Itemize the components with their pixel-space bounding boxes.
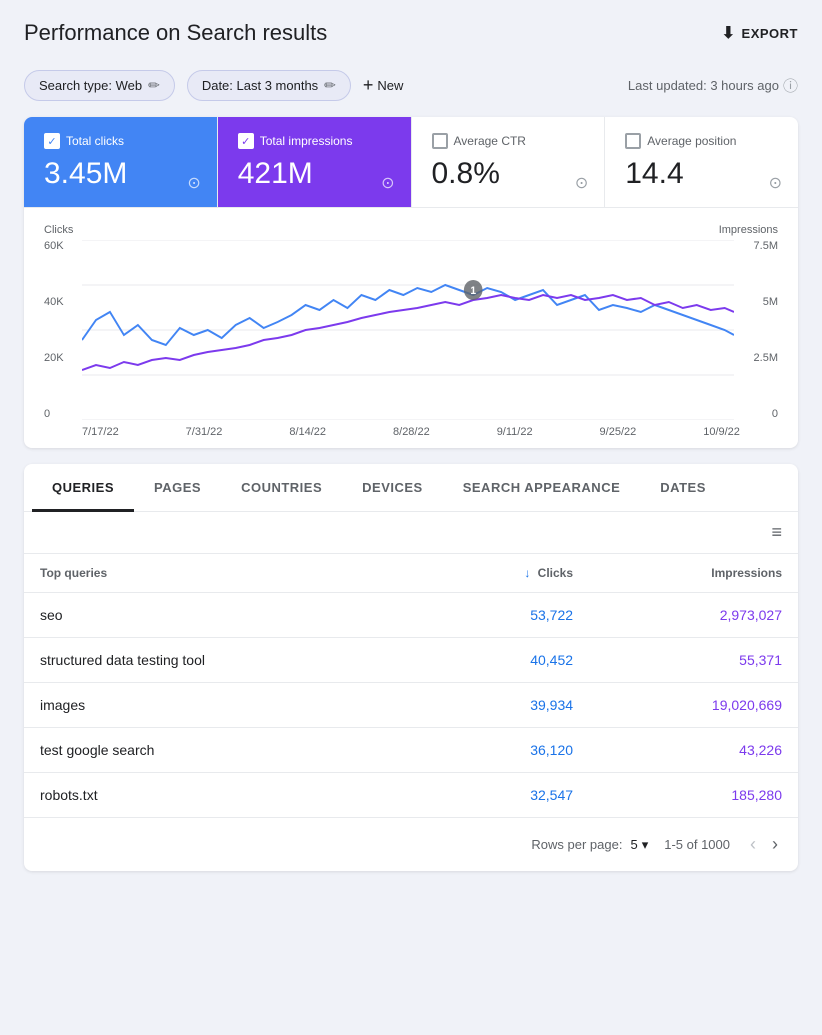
total-clicks-checkbox[interactable] [44, 133, 60, 149]
new-button[interactable]: + New [363, 75, 404, 96]
table-section: QUERIES PAGES COUNTRIES DEVICES SEARCH A… [24, 464, 798, 871]
page-nav: ‹ › [746, 830, 782, 859]
table-row: seo 53,722 2,973,027 [24, 593, 798, 638]
avg-position-checkbox[interactable] [625, 133, 641, 149]
tab-devices[interactable]: DEVICES [342, 464, 443, 512]
metrics-section: Total clicks 3.45M ⊙ Total impressions 4… [24, 117, 798, 448]
export-button[interactable]: ⬇ EXPORT [722, 23, 798, 43]
filter-icon-button[interactable]: ≡ [771, 522, 782, 543]
search-type-filter[interactable]: Search type: Web ✏ [24, 70, 175, 101]
metric-total-clicks[interactable]: Total clicks 3.45M ⊙ [24, 117, 218, 207]
metric-avg-position[interactable]: Average position 14.4 ⊙ [605, 117, 798, 207]
sort-arrow-icon: ↓ [524, 566, 530, 580]
table-header-row: Top queries ↓ Clicks Impressions [24, 554, 798, 593]
cell-clicks: 40,452 [425, 638, 589, 683]
data-table: Top queries ↓ Clicks Impressions seo 53,… [24, 554, 798, 817]
last-updated-text: Last updated: 3 hours ago ⓘ [628, 75, 798, 96]
avg-ctr-checkbox[interactable] [432, 133, 448, 149]
cell-clicks: 36,120 [425, 728, 589, 773]
page-header: Performance on Search results ⬇ EXPORT [0, 0, 822, 62]
tab-queries[interactable]: QUERIES [32, 464, 134, 512]
chart-y-label-left: Clicks [44, 224, 73, 236]
tab-pages[interactable]: PAGES [134, 464, 221, 512]
col-header-clicks[interactable]: ↓ Clicks [425, 554, 589, 593]
date-filter[interactable]: Date: Last 3 months ✏ [187, 70, 351, 101]
rows-per-page-select[interactable]: 5 ▾ [630, 837, 648, 853]
pagination: Rows per page: 5 ▾ 1-5 of 1000 ‹ › [24, 817, 798, 871]
cell-clicks: 53,722 [425, 593, 589, 638]
cell-clicks: 32,547 [425, 773, 589, 818]
filter-row: ≡ [24, 512, 798, 554]
tab-countries[interactable]: COUNTRIES [221, 464, 342, 512]
cell-impressions: 43,226 [589, 728, 798, 773]
table-row: robots.txt 32,547 185,280 [24, 773, 798, 818]
table-row: test google search 36,120 43,226 [24, 728, 798, 773]
cell-clicks: 39,934 [425, 683, 589, 728]
cell-query: images [24, 683, 425, 728]
page-title: Performance on Search results [24, 20, 327, 46]
metrics-row: Total clicks 3.45M ⊙ Total impressions 4… [24, 117, 798, 208]
page-range: 1-5 of 1000 [664, 837, 730, 852]
table-row: structured data testing tool 40,452 55,3… [24, 638, 798, 683]
cell-query: seo [24, 593, 425, 638]
cell-impressions: 55,371 [589, 638, 798, 683]
x-axis: 7/17/22 7/31/22 8/14/22 8/28/22 9/11/22 … [44, 420, 778, 438]
chart-y-label-right: Impressions [719, 224, 778, 236]
chevron-down-icon: ▾ [642, 837, 649, 853]
y-axis-right: 7.5M 5M 2.5M 0 [738, 240, 778, 420]
cell-impressions: 185,280 [589, 773, 798, 818]
svg-text:1: 1 [470, 285, 476, 297]
toolbar: Search type: Web ✏ Date: Last 3 months ✏… [0, 62, 822, 117]
edit-icon: ✏ [324, 77, 336, 94]
metric-total-impressions[interactable]: Total impressions 421M ⊙ [218, 117, 412, 207]
cell-query: structured data testing tool [24, 638, 425, 683]
col-header-query: Top queries [24, 554, 425, 593]
cell-impressions: 2,973,027 [589, 593, 798, 638]
next-page-button[interactable]: › [768, 830, 782, 859]
table-row: images 39,934 19,020,669 [24, 683, 798, 728]
tab-search-appearance[interactable]: SEARCH APPEARANCE [443, 464, 641, 512]
download-icon: ⬇ [722, 23, 736, 43]
total-impressions-checkbox[interactable] [238, 133, 254, 149]
help-icon: ⊙ [575, 173, 588, 193]
prev-page-button[interactable]: ‹ [746, 830, 760, 859]
plus-icon: + [363, 75, 374, 96]
tab-dates[interactable]: DATES [640, 464, 726, 512]
y-axis-left: 60K 40K 20K 0 [44, 240, 79, 420]
help-icon: ⓘ [783, 75, 798, 96]
help-icon: ⊙ [381, 173, 394, 193]
col-header-impressions: Impressions [589, 554, 798, 593]
cell-query: robots.txt [24, 773, 425, 818]
rows-per-page: Rows per page: 5 ▾ [531, 837, 648, 853]
tabs: QUERIES PAGES COUNTRIES DEVICES SEARCH A… [24, 464, 798, 512]
chart-area: 60K 40K 20K 0 7.5M 5M 2.5M 0 [44, 240, 778, 420]
chart-container: Clicks Impressions 60K 40K 20K 0 7.5M 5M… [24, 208, 798, 448]
cell-impressions: 19,020,669 [589, 683, 798, 728]
metric-avg-ctr[interactable]: Average CTR 0.8% ⊙ [412, 117, 606, 207]
cell-query: test google search [24, 728, 425, 773]
help-icon: ⊙ [769, 173, 782, 193]
help-icon: ⊙ [187, 173, 200, 193]
chart-svg: 1 [82, 240, 734, 420]
edit-icon: ✏ [148, 77, 160, 94]
